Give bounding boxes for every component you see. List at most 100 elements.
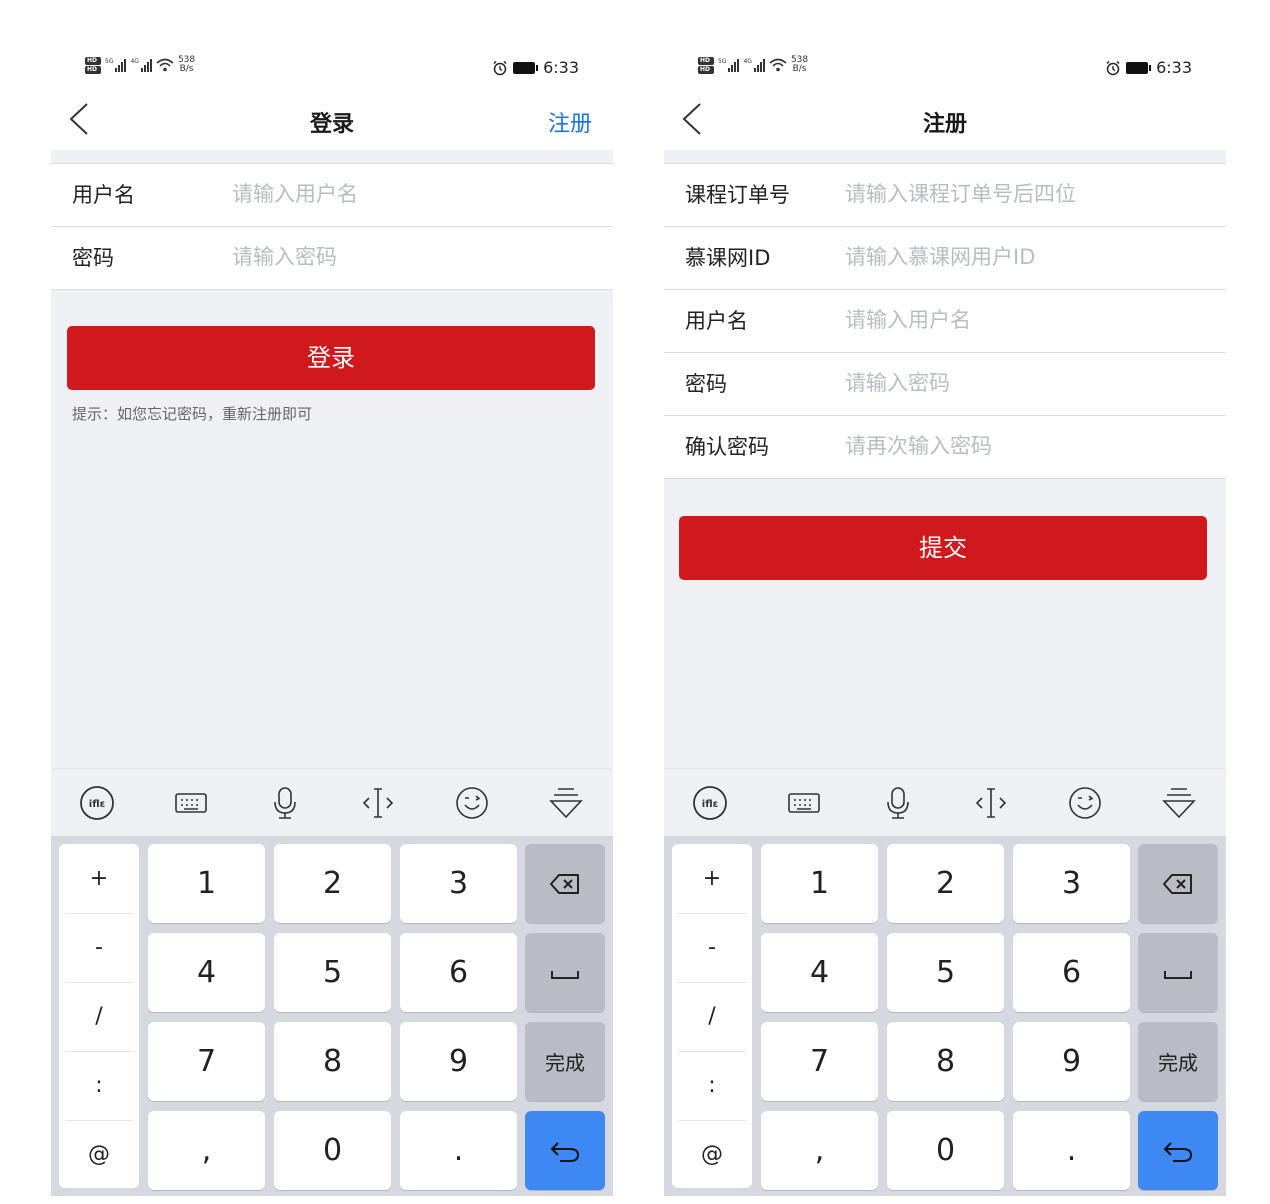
sim2-label: 4G	[743, 58, 752, 65]
form-row-order-number: 课程订单号	[664, 164, 1226, 227]
key-0[interactable]: 0	[887, 1111, 1004, 1190]
hd-badge: HD HD	[698, 56, 714, 74]
key-6[interactable]: 6	[400, 933, 517, 1012]
register-content: 课程订单号 慕课网ID 用户名 密码 确认密码 提交	[664, 150, 1226, 768]
key-plus[interactable]: +	[678, 844, 746, 914]
key-5[interactable]: 5	[887, 933, 1004, 1012]
key-plus[interactable]: +	[65, 844, 133, 914]
key-at[interactable]: @	[678, 1120, 746, 1189]
key-colon[interactable]: :	[678, 1051, 746, 1121]
key-2[interactable]: 2	[274, 844, 391, 923]
username-label: 用户名	[685, 309, 748, 333]
register-form: 课程订单号 慕课网ID 用户名 密码 确认密码	[664, 163, 1226, 479]
submit-button[interactable]: 提交	[679, 516, 1207, 580]
clock: 6:33	[543, 58, 579, 77]
key-7[interactable]: 7	[761, 1022, 878, 1101]
key-8[interactable]: 8	[887, 1022, 1004, 1101]
key-8[interactable]: 8	[274, 1022, 391, 1101]
key-colon[interactable]: :	[65, 1051, 133, 1121]
key-slash[interactable]: /	[678, 982, 746, 1052]
enter-key[interactable]	[525, 1111, 605, 1190]
password-input[interactable]	[232, 237, 592, 277]
backspace-key[interactable]	[1138, 844, 1218, 923]
hd-label-1: HD	[85, 56, 101, 65]
password-label: 密码	[72, 246, 114, 270]
order-number-input[interactable]	[845, 174, 1205, 214]
status-right: 6:33	[492, 58, 579, 77]
done-key[interactable]: 完成	[1138, 1022, 1218, 1101]
done-key[interactable]: 完成	[525, 1022, 605, 1101]
hide-keyboard-icon[interactable]	[1161, 785, 1197, 821]
wifi-icon	[769, 58, 787, 72]
username-input[interactable]	[845, 300, 1205, 340]
password-input[interactable]	[845, 363, 1205, 403]
ime-logo-icon[interactable]: iflɛ	[692, 785, 728, 821]
keyboard-icon[interactable]	[173, 785, 209, 821]
microphone-icon[interactable]	[880, 785, 916, 821]
return-icon	[550, 1141, 580, 1162]
speed-unit: B/s	[179, 64, 194, 74]
key-minus[interactable]: -	[678, 913, 746, 983]
key-5[interactable]: 5	[274, 933, 391, 1012]
cursor-icon[interactable]	[360, 785, 396, 821]
svg-text:iflɛ: iflɛ	[702, 799, 718, 810]
key-3[interactable]: 3	[1013, 844, 1130, 923]
key-1[interactable]: 1	[761, 844, 878, 923]
key-comma[interactable]: ,	[761, 1111, 878, 1190]
key-period[interactable]: .	[400, 1111, 517, 1190]
hd-badge: HD HD	[85, 56, 101, 74]
microphone-icon[interactable]	[267, 785, 303, 821]
emoji-icon[interactable]	[1067, 785, 1103, 821]
cursor-icon[interactable]	[973, 785, 1009, 821]
key-4[interactable]: 4	[761, 933, 878, 1012]
confirm-password-input[interactable]	[845, 426, 1205, 466]
key-comma[interactable]: ,	[148, 1111, 265, 1190]
space-key[interactable]	[1138, 933, 1218, 1012]
key-9[interactable]: 9	[1013, 1022, 1130, 1101]
key-6[interactable]: 6	[1013, 933, 1130, 1012]
speed-unit: B/s	[792, 64, 807, 74]
hd-label-2: HD	[85, 65, 101, 74]
key-1[interactable]: 1	[148, 844, 265, 923]
register-link[interactable]: 注册	[548, 106, 592, 138]
symbol-column: + - / : @	[59, 844, 139, 1188]
hide-keyboard-icon[interactable]	[548, 785, 584, 821]
login-button[interactable]: 登录	[67, 326, 595, 390]
enter-key[interactable]	[1138, 1111, 1218, 1190]
return-icon	[1163, 1141, 1193, 1162]
sim1-label: 5G	[718, 58, 727, 65]
status-right: 6:33	[1105, 58, 1192, 77]
page-title: 注册	[922, 112, 967, 137]
alarm-icon	[493, 60, 507, 75]
key-3[interactable]: 3	[400, 844, 517, 923]
key-slash[interactable]: /	[65, 982, 133, 1052]
space-key[interactable]	[525, 933, 605, 1012]
key-at[interactable]: @	[65, 1120, 133, 1189]
key-7[interactable]: 7	[148, 1022, 265, 1101]
key-0[interactable]: 0	[274, 1111, 391, 1190]
keyboard-icon[interactable]	[786, 785, 822, 821]
key-9[interactable]: 9	[400, 1022, 517, 1101]
key-period[interactable]: .	[1013, 1111, 1130, 1190]
clock: 6:33	[1156, 58, 1192, 77]
signal-icon-sim2: 4G	[130, 58, 152, 72]
key-minus[interactable]: -	[65, 913, 133, 983]
form-row-username: 用户名	[664, 290, 1226, 353]
imooc-id-input[interactable]	[845, 237, 1205, 277]
signal-icon-sim2: 4G	[743, 58, 765, 72]
login-content: 用户名 密码 登录 提示：如您忘记密码，重新注册即可	[51, 150, 613, 768]
network-speed: 538 B/s	[178, 56, 195, 74]
sim1-label: 5G	[105, 58, 114, 65]
symbol-column: + - / : @	[672, 844, 752, 1188]
username-input[interactable]	[232, 174, 592, 214]
ime-logo-icon[interactable]: iflɛ	[79, 785, 115, 821]
form-row-confirm-password: 确认密码	[664, 416, 1226, 478]
emoji-icon[interactable]	[454, 785, 490, 821]
space-icon	[1164, 970, 1192, 979]
login-form: 用户名 密码	[51, 163, 613, 290]
key-2[interactable]: 2	[887, 844, 1004, 923]
backspace-icon	[550, 873, 579, 894]
key-4[interactable]: 4	[148, 933, 265, 1012]
alarm-icon	[1106, 60, 1120, 75]
backspace-key[interactable]	[525, 844, 605, 923]
